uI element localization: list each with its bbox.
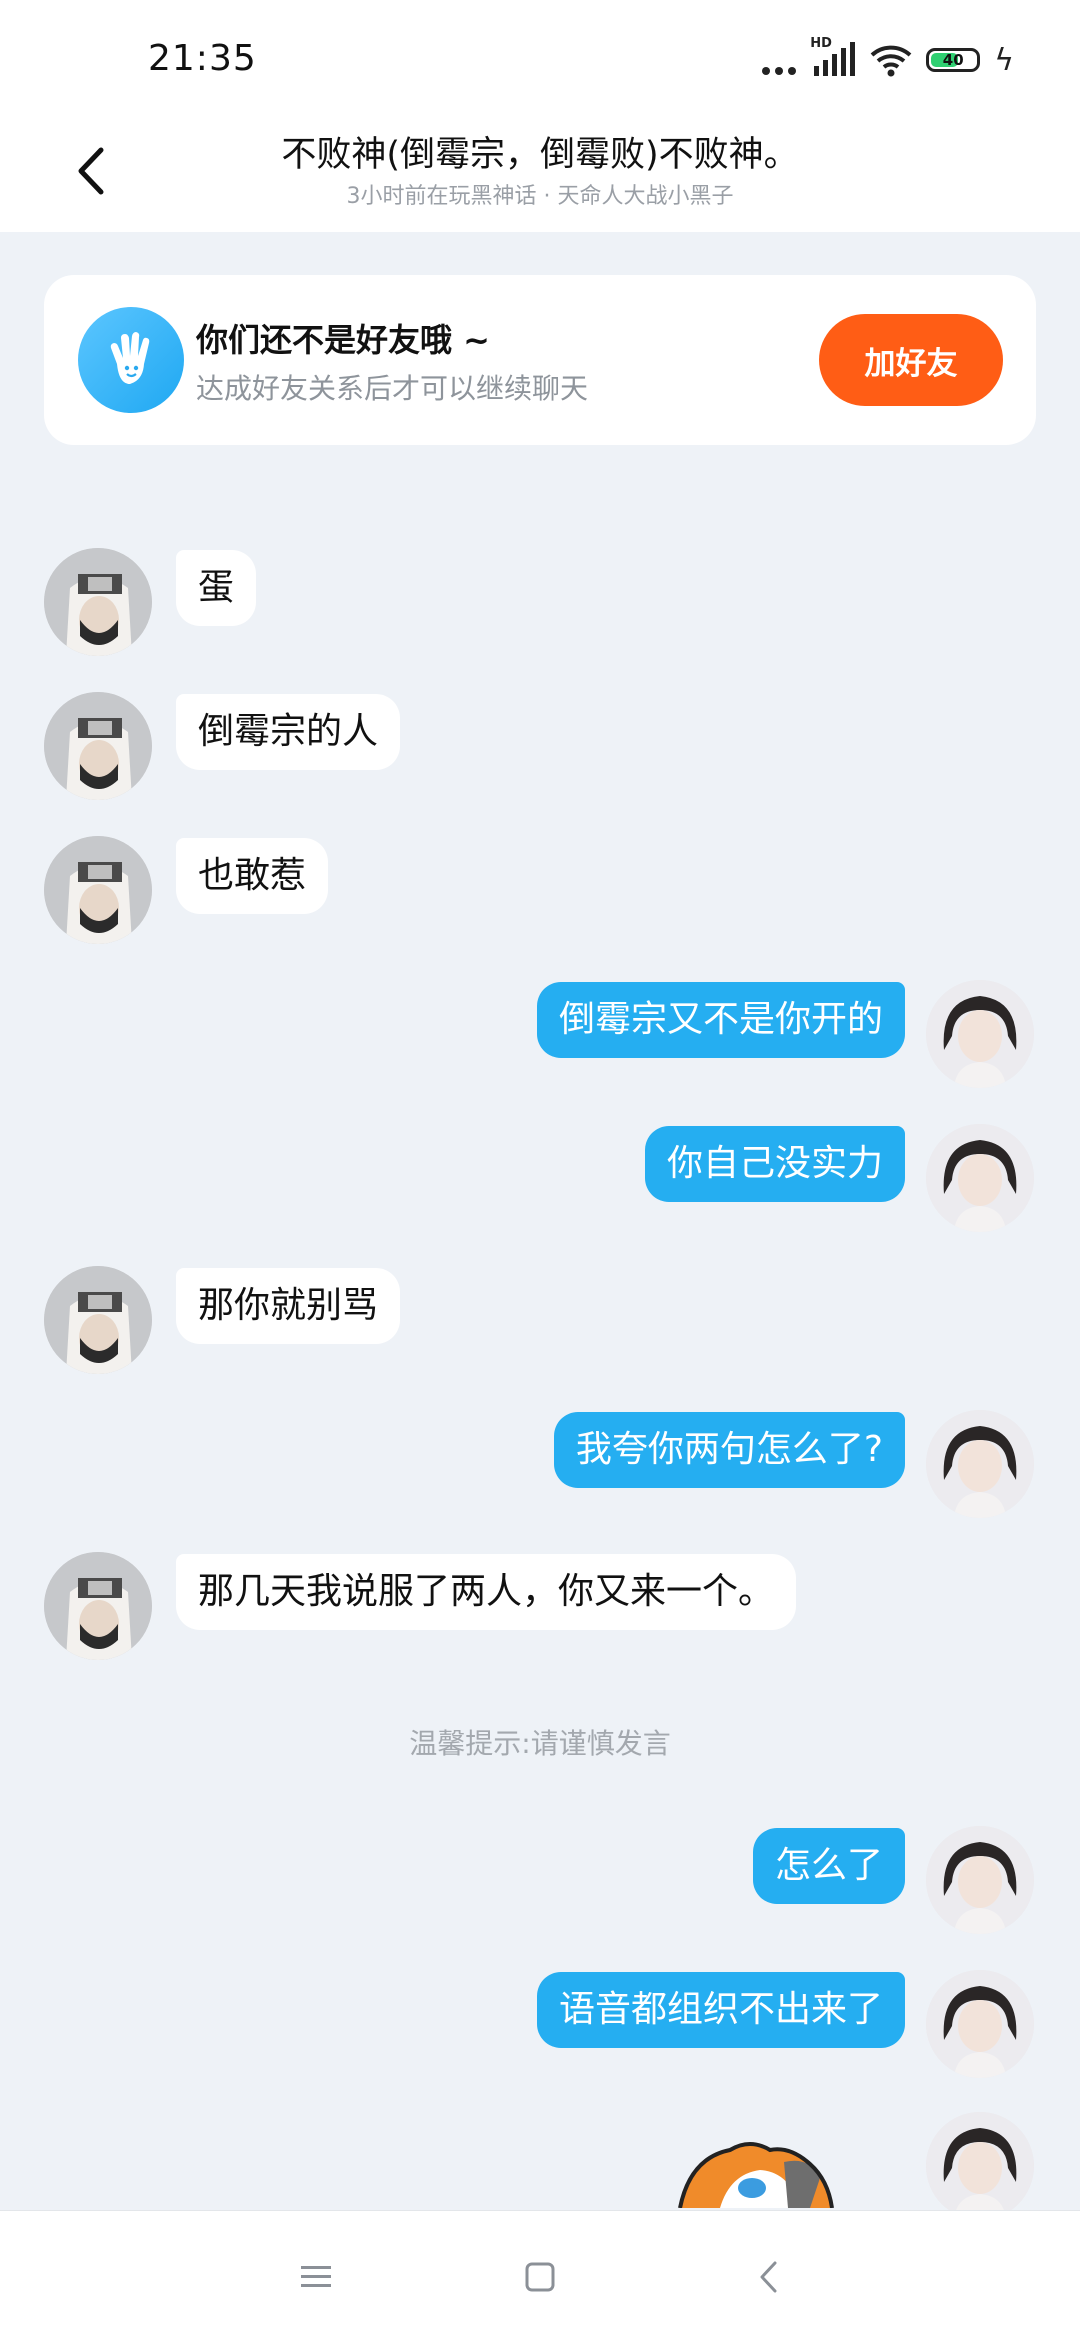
nav-back-button[interactable] xyxy=(738,2249,798,2305)
my-avatar[interactable] xyxy=(926,1970,1034,2078)
sender-avatar[interactable] xyxy=(44,1266,152,1374)
message-bubble[interactable]: 语音都组织不出来了 xyxy=(536,1972,905,2048)
back-icon xyxy=(760,2261,777,2293)
chat-header: 不败神(倒霉宗，倒霉败)不败神。 3小时前在玩黑神话 · 天命人大战小黑子 xyxy=(0,110,1080,232)
more-dots-icon xyxy=(762,45,797,75)
not-friends-card: 你们还不是好友哦 ~ 达成好友关系后才可以继续聊天 加好友 xyxy=(44,275,1036,445)
message-bubble[interactable]: 蛋 xyxy=(176,550,257,626)
battery-icon: 40 xyxy=(926,48,981,72)
message-bubble[interactable]: 倒霉宗的人 xyxy=(176,694,401,770)
message-bubble[interactable]: 怎么了 xyxy=(752,1828,905,1904)
hand-wave-icon xyxy=(78,307,184,413)
sender-avatar[interactable] xyxy=(44,548,152,656)
system-nav-bar xyxy=(0,2210,1080,2341)
message-bubble[interactable]: 那几天我说服了两人，你又来一个。 xyxy=(176,1554,797,1630)
sender-avatar[interactable] xyxy=(44,1552,152,1660)
system-tip: 温馨提示:请谨慎发言 xyxy=(409,1727,671,1760)
my-avatar[interactable] xyxy=(926,980,1034,1088)
status-time: 21:35 xyxy=(148,38,257,79)
status-icons: HD 40 ϟ xyxy=(762,36,1014,80)
sender-avatar[interactable] xyxy=(44,692,152,800)
message-bubble[interactable]: 我夸你两句怎么了? xyxy=(553,1412,905,1488)
status-bar: 21:35 HD 40 ϟ xyxy=(0,0,1080,110)
my-avatar[interactable] xyxy=(926,1826,1034,1934)
chat-title: 不败神(倒霉宗，倒霉败)不败神。 xyxy=(281,135,799,175)
add-friend-button[interactable]: 加好友 xyxy=(819,314,1003,406)
sender-avatar[interactable] xyxy=(44,836,152,944)
my-avatar[interactable] xyxy=(926,1124,1034,1232)
battery-level: 40 xyxy=(942,51,964,69)
sticker-message[interactable] xyxy=(660,2128,860,2208)
menu-icon xyxy=(301,2266,331,2287)
cell-signal-icon: HD xyxy=(810,36,856,78)
my-avatar[interactable] xyxy=(926,2112,1034,2220)
friend-card-subtitle: 达成好友关系后才可以继续聊天 xyxy=(196,372,589,405)
charging-bolt-icon: ϟ xyxy=(994,42,1014,78)
message-bubble[interactable]: 倒霉宗又不是你开的 xyxy=(536,982,905,1058)
wifi-icon xyxy=(870,45,912,77)
chat-subtitle: 3小时前在玩黑神话 · 天命人大战小黑子 xyxy=(346,184,734,209)
nav-home-button[interactable] xyxy=(510,2249,570,2305)
nav-menu-button[interactable] xyxy=(286,2249,346,2305)
friend-card-title: 你们还不是好友哦 ~ xyxy=(196,321,490,359)
message-bubble[interactable]: 你自己没实力 xyxy=(644,1126,905,1202)
message-bubble[interactable]: 那你就别骂 xyxy=(176,1268,401,1344)
my-avatar[interactable] xyxy=(926,1410,1034,1518)
message-bubble[interactable]: 也敢惹 xyxy=(176,838,329,914)
home-square-icon xyxy=(525,2262,555,2292)
